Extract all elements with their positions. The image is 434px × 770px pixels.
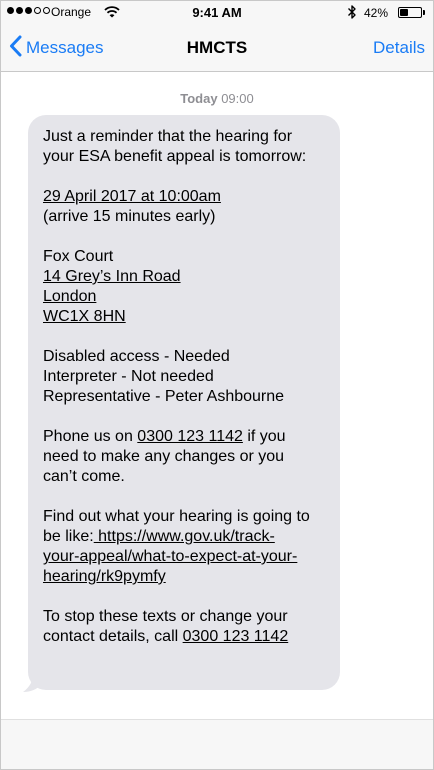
message-line: your ESA benefit appeal is tomorrow: [43,148,307,165]
conversation-title: HMCTS [186,38,248,57]
address-postcode-link[interactable]: WC1X 8HN [43,307,326,327]
hearing-venue: Fox Court 14 Grey’s Inn Road London WC1X… [43,247,326,327]
message-line: need to make any changes or you [43,448,285,465]
hearing-info-link[interactable]: hearing/rk9pymfy [43,567,326,587]
message-text: Phone us on [43,428,138,445]
opt-out-instructions: To stop these texts or change your conta… [43,607,326,647]
message-intro: Just a reminder that the hearing for you… [43,127,326,167]
hearing-datetime: 29 April 2017 at 10:00am (arrive 15 minu… [43,187,326,227]
hearing-arrangements: Disabled access - Needed Interpreter - N… [43,347,326,407]
timestamp-day: Today [180,91,218,106]
bluetooth-icon [347,4,357,23]
hearing-info-link[interactable]: https://www.gov.uk/track- [94,528,275,545]
arrival-note: (arrive 15 minutes early) [43,208,216,225]
contact-instructions: Phone us on 0300 123 1142 if you need to… [43,427,326,487]
hearing-info-link[interactable]: your-appeal/what-to-expect-at-your- [43,547,326,567]
hearing-date-link[interactable]: 29 April 2017 at 10:00am [43,187,326,207]
message-line: Just a reminder that the hearing for [43,128,293,145]
interpreter: Interpreter - Not needed [43,368,214,385]
phone-screen: Orange 9:41 AM 42% Messages HMCTS Detail… [0,0,434,770]
hearing-info: Find out what your hearing is going to b… [43,507,326,587]
message-timestamp: Today 09:00 [1,91,433,106]
battery-tip [423,10,425,15]
status-bar: Orange 9:41 AM 42% [1,1,433,25]
timestamp-time: 09:00 [221,91,254,106]
details-button[interactable]: Details [373,38,425,58]
phone-number-link[interactable]: 0300 123 1142 [183,628,289,645]
navigation-bar: Messages HMCTS Details [1,25,433,72]
phone-number-link[interactable]: 0300 123 1142 [137,428,243,445]
message-line: To stop these texts or change your [43,608,288,625]
address-city-link[interactable]: London [43,287,326,307]
venue-name: Fox Court [43,248,114,265]
message-line: can’t come. [43,468,125,485]
representative: Representative - Peter Ashbourne [43,388,285,405]
message-text: be like: [43,528,94,545]
battery-percent: 42% [364,6,389,20]
battery-icon [398,7,422,18]
address-street-link[interactable]: 14 Grey’s Inn Road [43,267,326,287]
message-bubble[interactable]: Just a reminder that the hearing for you… [28,115,340,690]
message-text: contact details, call [43,628,183,645]
message-line: Find out what your hearing is going to [43,508,310,525]
battery-level [400,9,408,16]
disabled-access: Disabled access - Needed [43,348,230,365]
message-text: if you [242,428,286,445]
message-input-area [1,719,433,769]
